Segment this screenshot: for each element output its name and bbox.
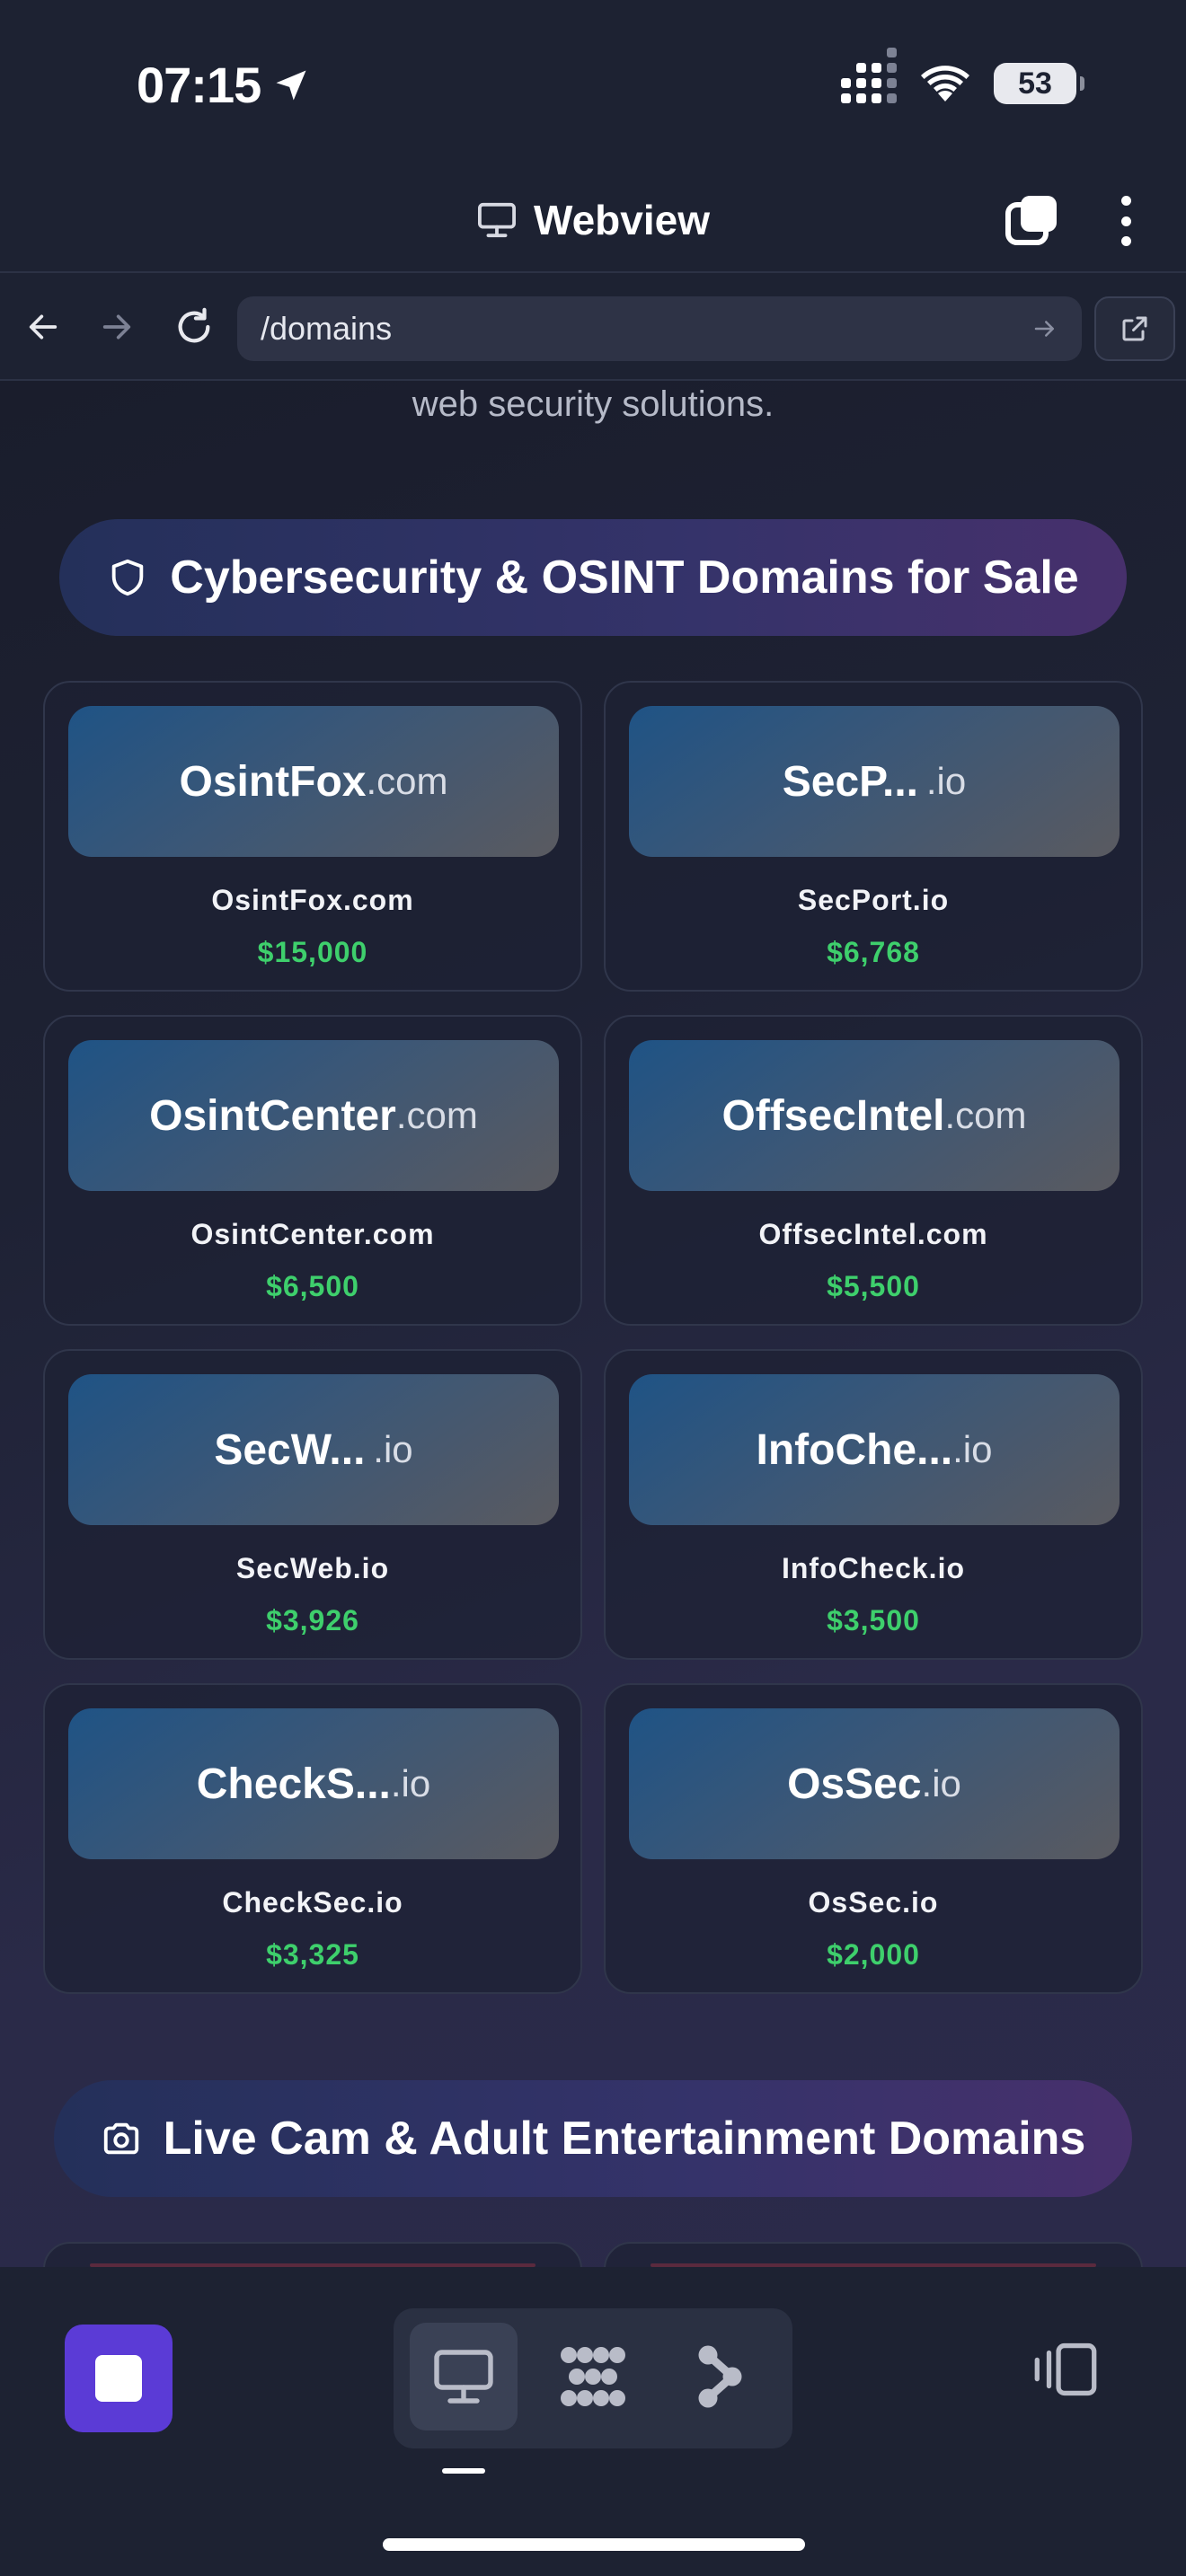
shield-icon [112,559,144,596]
arrow-left-icon [29,314,58,340]
flow-icon [698,2345,742,2408]
stop-icon [95,2355,142,2402]
domain-card[interactable]: SecW... .io SecWeb.io $3,926 [43,1349,582,1660]
logo-name: OsSec [787,1760,922,1808]
domain-logo: SecP... .io [629,706,1120,857]
forward-button[interactable] [90,300,144,354]
domain-name: OsintFox.com [211,884,414,916]
domain-logo: OsSec .io [629,1708,1120,1859]
back-button[interactable] [16,300,70,354]
domain-logo: SecW... .io [68,1374,559,1525]
mode-switcher [394,2308,792,2448]
section-title: Cybersecurity & OSINT Domains for Sale [170,551,1079,604]
logo-tld: .io [925,760,967,802]
status-time: 07:15 [137,56,311,114]
time-text: 07:15 [137,57,261,113]
domain-card[interactable]: OsSec .io OsSec.io $2,000 [604,1683,1143,1994]
desktop-mode-button[interactable] [410,2323,518,2430]
domain-price: $6,768 [827,936,920,968]
domain-card-partial[interactable] [43,2242,582,2267]
reload-button[interactable] [167,300,221,354]
external-link-icon [1122,316,1147,341]
logo-tld: .io [952,1428,993,1470]
intro-text: web security solutions. [412,384,774,424]
url-input[interactable]: /domains [237,296,1082,361]
logo-tld: .com [366,760,448,802]
title-bar: Webview [0,171,1186,271]
logo-name: OffsecIntel [721,1091,945,1140]
logo-name: OsintCenter [149,1091,396,1140]
domain-name: OsintCenter.com [190,1218,435,1250]
home-indicator[interactable] [383,2538,805,2551]
section-heading-cybersecurity: Cybersecurity & OSINT Domains for Sale [59,519,1127,636]
camera-icon [103,2122,138,2155]
more-options-button[interactable] [1103,192,1148,250]
logo-name: CheckS... [196,1760,391,1808]
section-heading-live-cam: Live Cam & Adult Entertainment Domains [54,2080,1132,2197]
reload-icon [178,307,210,343]
stop-button[interactable] [65,2325,173,2432]
address-bar: /domains [0,271,1186,381]
domain-name: InfoCheck.io [781,1552,965,1584]
domain-logo: OsintCenter .com [68,1040,559,1191]
domain-card[interactable]: InfoChe... .io InfoCheck.io $3,500 [604,1349,1143,1660]
domain-price: $3,325 [266,1938,359,1971]
desktop-icon [434,2350,493,2404]
domain-card[interactable]: OsintCenter .com OsintCenter.com $6,500 [43,1015,582,1326]
domain-name: CheckSec.io [222,1886,403,1919]
domain-logo: InfoChe... .io [629,1374,1120,1525]
logo-tld: .io [921,1762,961,1804]
go-arrow-icon[interactable] [1031,315,1058,342]
domain-card[interactable]: CheckS... .io CheckSec.io $3,325 [43,1683,582,1994]
domain-price: $6,500 [266,1270,359,1302]
domain-logo: OsintFox .com [68,706,559,857]
status-indicators: 53 [841,48,1084,104]
open-external-button[interactable] [1094,296,1175,361]
wifi-icon [921,66,969,101]
cellular-signal-icon [841,48,897,103]
domain-price: $3,500 [827,1604,920,1636]
domain-card[interactable]: OsintFox .com OsintFox.com $15,000 [43,681,582,992]
domain-price: $5,500 [827,1270,920,1302]
domain-price: $2,000 [827,1938,920,1971]
logo-tld: .com [944,1094,1027,1136]
logo-name: OsintFox [179,757,367,806]
domain-price: $3,926 [266,1604,359,1636]
arrow-right-icon [102,314,131,340]
logo-tld: .io [390,1762,431,1804]
tabs-icon [1005,196,1057,245]
logo-tld: .io [373,1428,413,1470]
battery-icon: 53 [994,63,1084,104]
tabs-button[interactable] [1003,192,1060,250]
url-text: /domains [261,310,393,347]
side-panel-button[interactable] [1030,2333,1102,2405]
status-bar: 07:15 53 [0,0,1186,171]
apps-mode-button[interactable] [539,2323,647,2430]
domain-logo: CheckS... .io [68,1708,559,1859]
monitor-icon [478,202,516,238]
active-mode-indicator [442,2468,485,2474]
section-title: Live Cam & Adult Entertainment Domains [163,2113,1086,2165]
side-panel-icon [1034,2342,1097,2396]
domain-card-partial[interactable] [604,2242,1143,2267]
location-arrow-icon [276,70,306,100]
domain-name: SecPort.io [797,884,950,916]
title-text: Webview [534,197,710,243]
domain-name: OffsecIntel.com [758,1218,988,1250]
bottom-toolbar [0,2267,1186,2576]
flow-mode-button[interactable] [665,2323,773,2430]
domain-card[interactable]: SecP... .io SecPort.io $6,768 [604,681,1143,992]
battery-level: 53 [1018,66,1052,101]
logo-name: SecP... [782,757,918,806]
domain-name: OsSec.io [808,1886,939,1919]
domain-name: SecWeb.io [235,1552,390,1584]
domain-price: $15,000 [257,936,368,968]
logo-name: SecW... [214,1425,366,1474]
apps-grid-icon [561,2347,625,2406]
web-content: web security solutions. Cybersecurity & … [0,381,1186,2267]
domain-logo: OffsecIntel .com [629,1040,1120,1191]
logo-name: InfoChe... [756,1425,953,1474]
logo-tld: .com [395,1094,478,1136]
domain-card[interactable]: OffsecIntel .com OffsecIntel.com $5,500 [604,1015,1143,1326]
